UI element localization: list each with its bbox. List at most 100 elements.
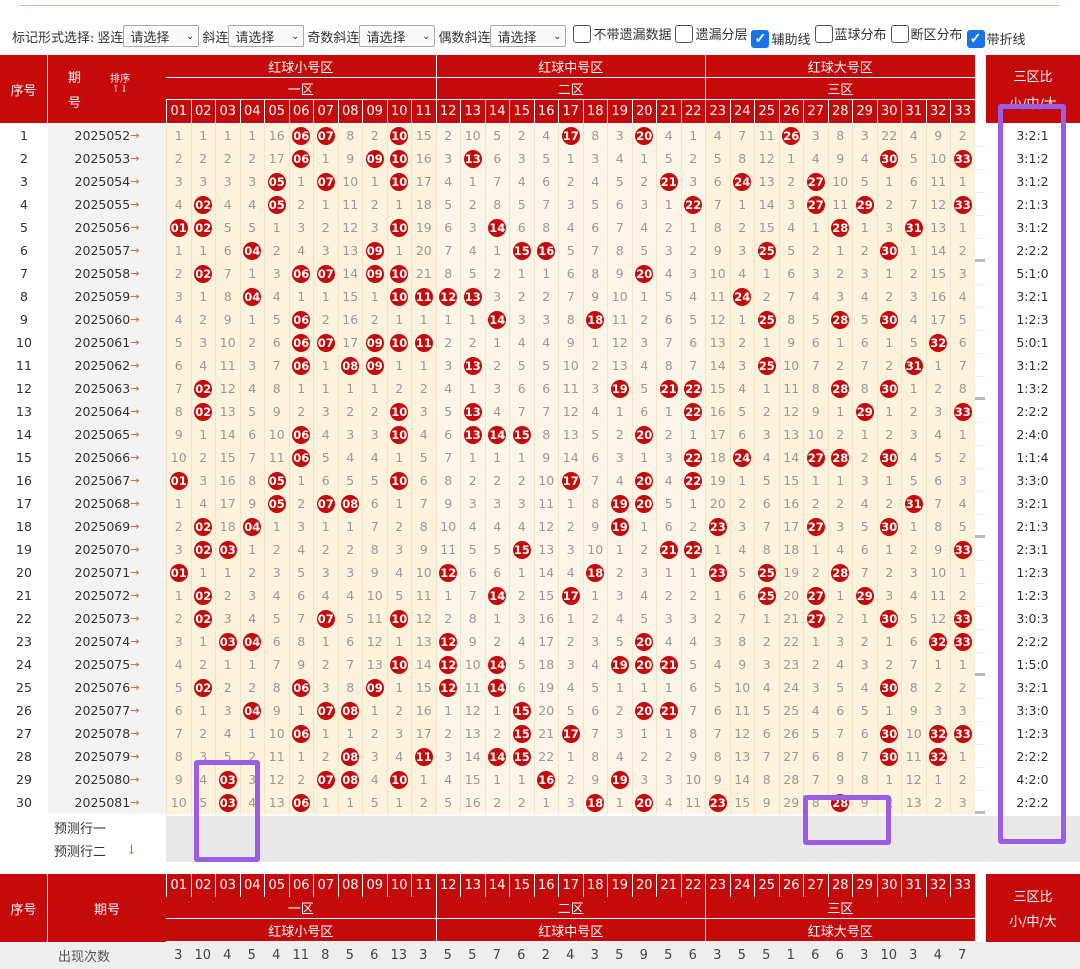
predict-row-label[interactable]: 预测行二 ↓ — [0, 839, 166, 862]
number-cell: 10 — [460, 124, 485, 147]
select-vertical[interactable]: 请选择 ⌄ — [123, 25, 200, 47]
footer-number-header-01: 01 — [166, 874, 191, 897]
row-period[interactable]: 2025071 → — [48, 561, 166, 584]
drawn-ball: 07 — [316, 770, 335, 789]
seq-header: 序号 — [0, 55, 48, 123]
row-period[interactable]: 2025058 → — [48, 262, 166, 285]
miss-count: 6 — [713, 174, 722, 189]
row-period[interactable]: 2025067 → — [48, 469, 166, 492]
unchecked-box-icon[interactable] — [573, 24, 592, 43]
number-cell: 2 — [901, 262, 926, 285]
number-cell: 1 — [288, 469, 313, 492]
row-period[interactable]: 2025076 → — [48, 676, 166, 699]
number-cell: 3 — [558, 193, 583, 216]
number-cell: 3 — [827, 630, 852, 653]
row-period[interactable]: 2025068 → — [48, 492, 166, 515]
miss-count: 4 — [958, 496, 967, 511]
row-period[interactable]: 2025056 → — [48, 216, 166, 239]
unchecked-box-icon[interactable] — [814, 24, 833, 43]
drawn-ball: 06 — [292, 793, 311, 812]
row-period[interactable]: 2025066 → — [48, 446, 166, 469]
number-cell: 30 — [876, 745, 901, 768]
miss-count: 4 — [370, 772, 379, 787]
miss-count: 2 — [615, 427, 624, 442]
number-cell: 4 — [852, 676, 877, 699]
checkbox-3[interactable]: ✓ 辅助线 — [751, 29, 811, 48]
miss-count: 8 — [419, 519, 428, 534]
checkbox-2[interactable]: 遗漏分层 — [675, 24, 747, 43]
row-period[interactable]: 2025078 → — [48, 722, 166, 745]
number-cell: 10 — [680, 768, 705, 791]
number-cell: 5 — [288, 561, 313, 584]
row-period[interactable]: 2025053 → — [48, 147, 166, 170]
row-period-text: 2025058 — [74, 266, 131, 281]
row-period[interactable]: 2025070 → — [48, 538, 166, 561]
row-period[interactable]: 2025079 → — [48, 745, 166, 768]
down-arrow-icon[interactable]: ↓ — [126, 843, 137, 858]
row-period[interactable]: 2025074 → — [48, 630, 166, 653]
miss-count: 3 — [444, 358, 453, 373]
number-cell: 2 — [754, 400, 779, 423]
checked-box-icon[interactable]: ✓ — [751, 29, 770, 48]
select-even-diagonal[interactable]: 请选择 ⌄ — [490, 25, 567, 47]
row-period[interactable]: 2025072 → — [48, 584, 166, 607]
checked-box-icon[interactable]: ✓ — [966, 29, 985, 48]
table-row: 22 2025073 → 2 02 3 4 5 7 07 5 11 10 12 2 8 1 3 16 1 2 4 5 3 3 2 7… — [0, 607, 1080, 630]
row-period[interactable]: 2025080 → — [48, 768, 166, 791]
row-period[interactable]: 2025063 → — [48, 377, 166, 400]
row-period[interactable]: 2025065 → — [48, 423, 166, 446]
select-odd-diagonal[interactable]: 请选择 ⌄ — [359, 25, 436, 47]
miss-count: 17 — [268, 151, 285, 166]
row-period[interactable]: 2025062 → — [48, 354, 166, 377]
row-period[interactable]: 2025064 → — [48, 400, 166, 423]
row-period[interactable]: 2025081 → — [48, 791, 166, 814]
number-cell: 9 — [411, 538, 436, 561]
number-cell: 25 — [754, 354, 779, 377]
number-cell: 13 — [215, 400, 240, 423]
number-cell: 1 — [337, 377, 362, 400]
number-cell: 5 — [901, 469, 926, 492]
row-seq: 13 — [0, 400, 48, 423]
row-period[interactable]: 2025052 → — [48, 124, 166, 147]
miss-count: 21 — [538, 726, 555, 741]
number-cell: 5 — [166, 676, 191, 699]
miss-count: 4 — [591, 404, 600, 419]
miss-count: 8 — [591, 266, 600, 281]
miss-count: 2 — [566, 634, 575, 649]
number-cell: 08 — [337, 768, 362, 791]
checkbox-4[interactable]: 蓝球分布 — [814, 24, 887, 43]
predict-row-label[interactable]: 预测行一 — [0, 816, 166, 839]
row-period[interactable]: 2025075 → — [48, 653, 166, 676]
row-period[interactable]: 2025061 → — [48, 331, 166, 354]
number-cell: 2 — [166, 147, 191, 170]
number-cell: 3 — [484, 492, 509, 515]
number-cell: 23 — [778, 653, 803, 676]
predict-area[interactable] — [166, 816, 1080, 862]
number-cell: 14 — [533, 561, 558, 584]
number-cell: 33 — [950, 400, 975, 423]
checkbox-5[interactable]: 断区分布 — [890, 24, 963, 43]
checkbox-6[interactable]: ✓ 带折线 — [966, 29, 1026, 48]
sort-button[interactable]: 排序 ↑↓ — [110, 75, 130, 95]
row-period[interactable]: 2025077 → — [48, 699, 166, 722]
row-period[interactable]: 2025055 → — [48, 193, 166, 216]
row-period[interactable]: 2025059 → — [48, 285, 166, 308]
row-period[interactable]: 2025069 → — [48, 515, 166, 538]
checkbox-1[interactable]: 不带遗漏数据 — [573, 24, 671, 43]
row-period[interactable]: 2025073 → — [48, 607, 166, 630]
unchecked-box-icon[interactable] — [890, 24, 909, 43]
miss-count: 1 — [199, 427, 208, 442]
miss-count: 8 — [346, 680, 355, 695]
unchecked-box-icon[interactable] — [675, 24, 694, 43]
row-period[interactable]: 2025054 → — [48, 170, 166, 193]
select-diagonal[interactable]: 请选择 ⌄ — [228, 25, 305, 47]
number-cell: 1 — [827, 400, 852, 423]
number-cell: 2 — [607, 699, 632, 722]
miss-count: 11 — [268, 749, 285, 764]
number-cell: 14 — [460, 745, 485, 768]
number-cell: 14 — [558, 446, 583, 469]
row-period[interactable]: 2025057 → — [48, 239, 166, 262]
row-period[interactable]: 2025060 → — [48, 308, 166, 331]
row-seq: 14 — [0, 423, 48, 446]
miss-count: 1 — [223, 565, 232, 580]
